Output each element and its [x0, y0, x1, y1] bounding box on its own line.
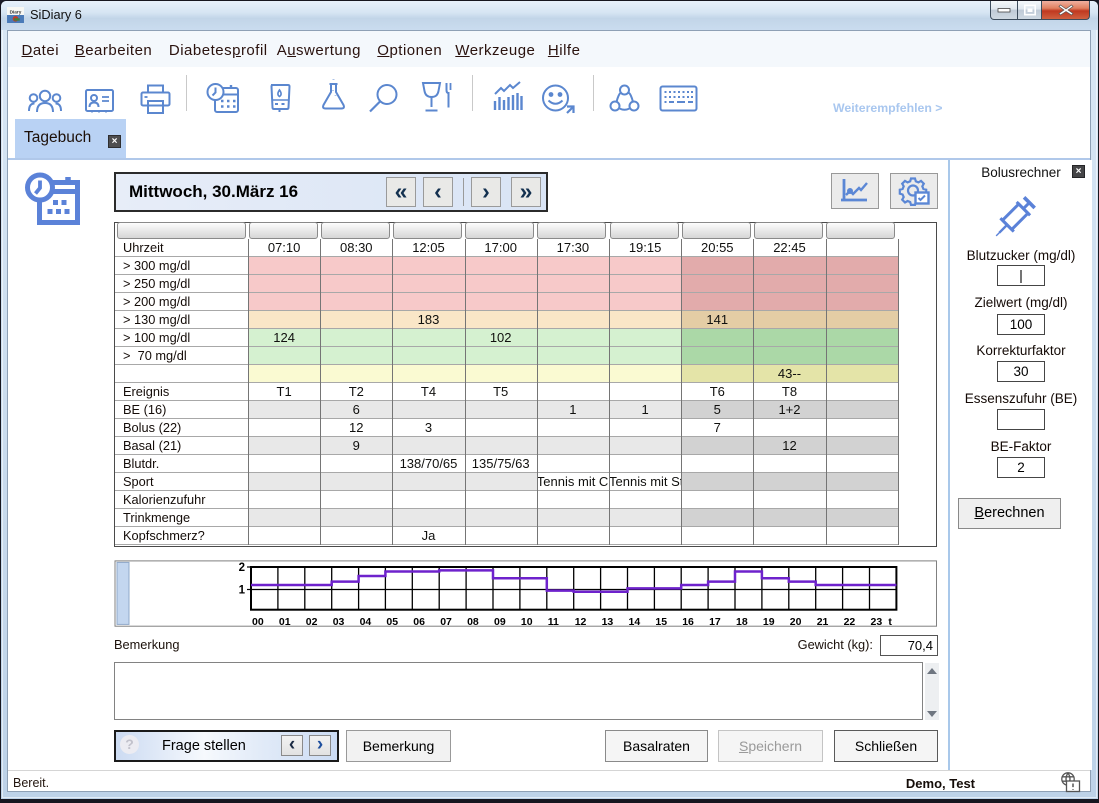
svg-text:15: 15	[655, 616, 667, 628]
svg-text:11: 11	[548, 616, 559, 628]
svg-text:21: 21	[817, 616, 829, 628]
svg-text:05: 05	[386, 616, 398, 628]
svg-text:07: 07	[440, 616, 452, 628]
svg-text:13: 13	[602, 616, 614, 628]
svg-text:Diary: Diary	[10, 10, 22, 15]
svg-text:23: 23	[871, 616, 883, 628]
svg-text:04: 04	[360, 616, 372, 628]
svg-text:08: 08	[467, 616, 479, 628]
svg-text:20: 20	[790, 616, 802, 628]
svg-text:18: 18	[736, 616, 748, 628]
svg-text:10: 10	[521, 616, 533, 628]
svg-text:16: 16	[682, 616, 694, 628]
svg-text:09: 09	[494, 616, 506, 628]
svg-text:02: 02	[306, 616, 318, 628]
svg-text:14: 14	[629, 616, 641, 628]
svg-text:2: 2	[239, 562, 245, 574]
svg-text:00: 00	[252, 616, 264, 628]
svg-text:22: 22	[844, 616, 856, 628]
svg-text:1: 1	[239, 585, 246, 597]
svg-text:19: 19	[763, 616, 775, 628]
svg-text:06: 06	[413, 616, 425, 628]
svg-text:t: t	[888, 616, 892, 628]
svg-text:12: 12	[575, 616, 587, 628]
svg-text:01: 01	[279, 616, 291, 628]
svg-text:17: 17	[709, 616, 721, 628]
svg-text:03: 03	[333, 616, 345, 628]
